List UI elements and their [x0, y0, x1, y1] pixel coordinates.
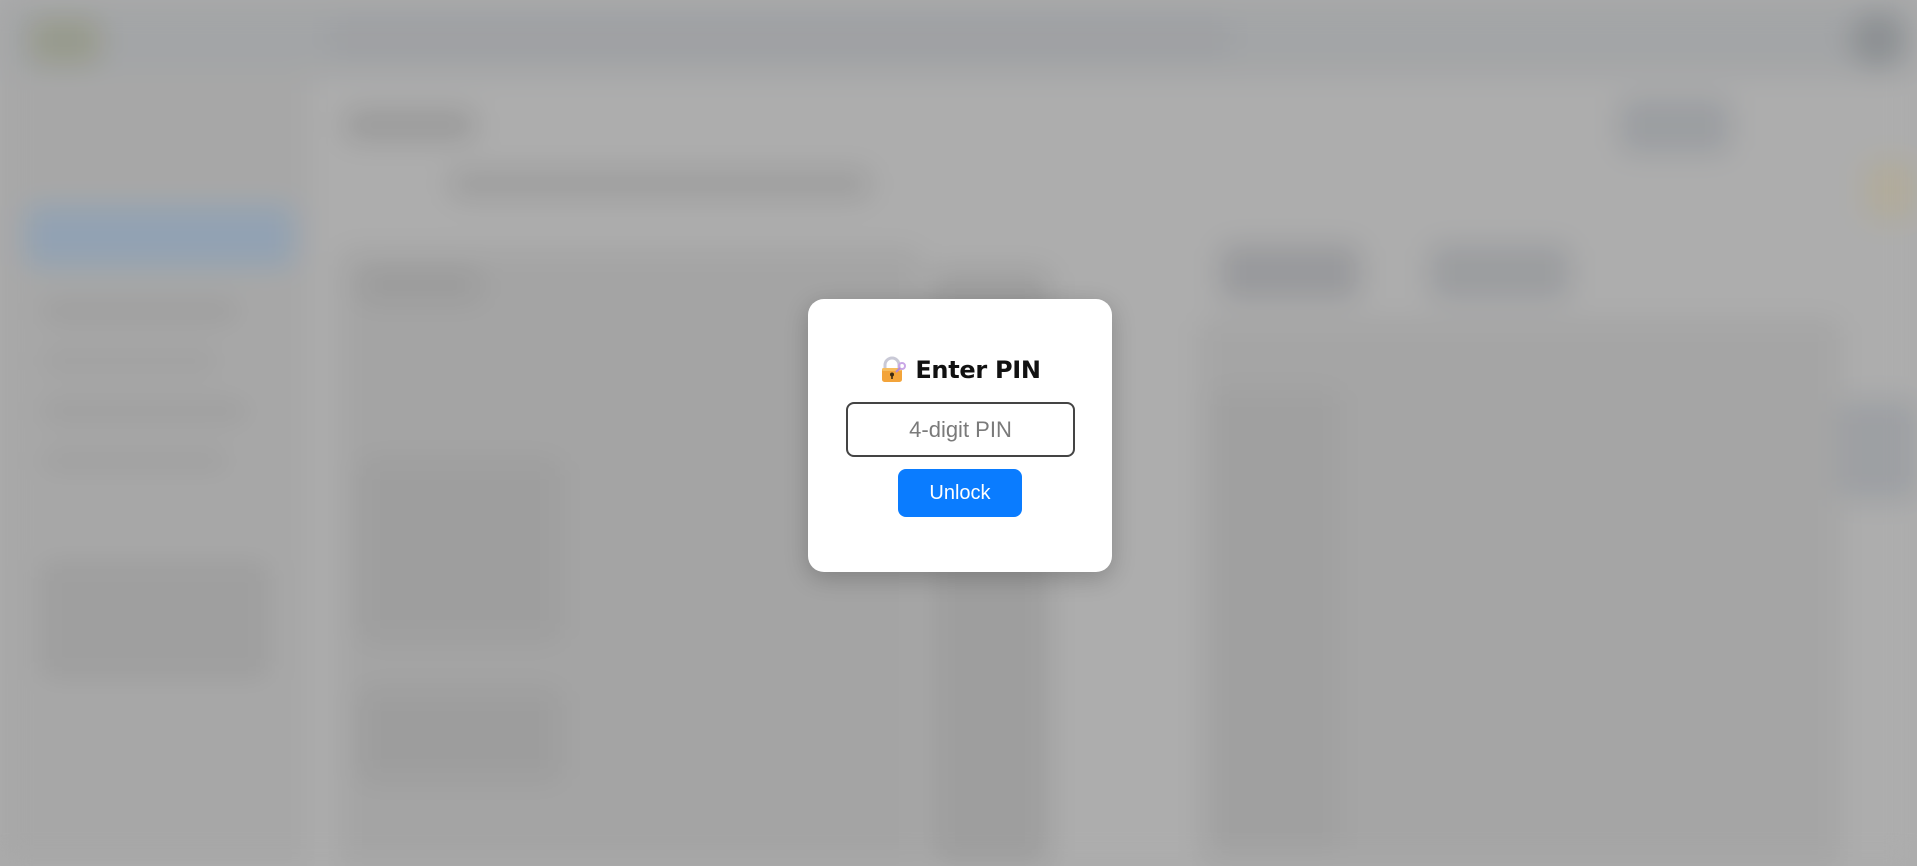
pin-input[interactable] [846, 402, 1075, 457]
dialog-title: Enter PIN [915, 356, 1041, 384]
pin-dialog: Enter PIN Unlock [808, 299, 1112, 572]
unlock-button[interactable]: Unlock [898, 469, 1022, 517]
lock-with-key-icon [879, 356, 907, 384]
dialog-header: Enter PIN [808, 355, 1112, 385]
